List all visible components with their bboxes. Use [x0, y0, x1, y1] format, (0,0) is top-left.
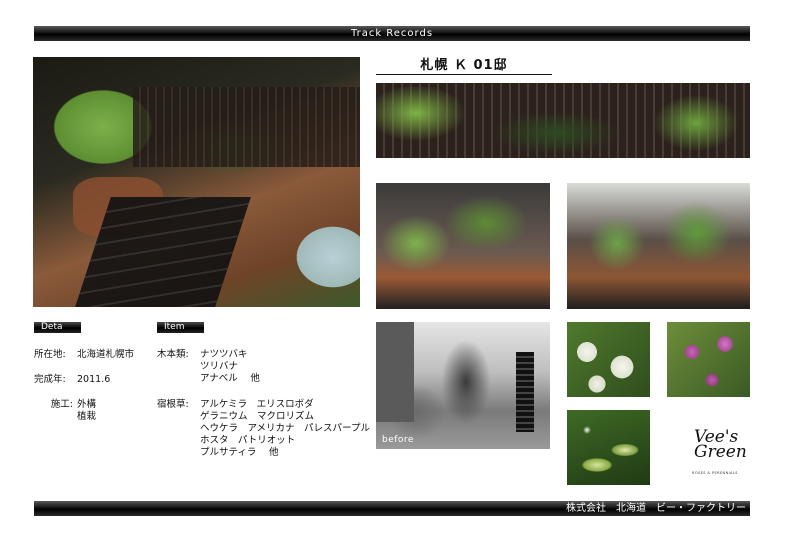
construction-value-2: 植栽 [77, 411, 97, 422]
logo-tagline: ROSES & PERENNIALS [692, 471, 738, 475]
perennial-item-4: ホスタ パトリオット [200, 435, 296, 446]
wide-garden-photo [376, 83, 750, 158]
hosta-photo [567, 410, 650, 485]
pink-flower-photo [667, 322, 750, 397]
garden-photo-right [567, 183, 750, 309]
before-label: before [382, 435, 414, 445]
vees-green-logo: Vee's Green ROSES & PERENNIALS [690, 428, 747, 482]
logo-line-2: Green [694, 442, 747, 462]
perennial-item-2: ゲラニウム マクロリズム [200, 411, 315, 422]
construction-value-1: 外構 [77, 399, 97, 410]
tree-item-2: ツリバナ [200, 361, 239, 372]
deta-section-label: Deta [34, 322, 81, 333]
tree-item-3: アナベル 他 [200, 373, 260, 384]
trees-label: 木本類: [157, 349, 189, 360]
location-label: 所在地: [34, 349, 66, 360]
header-bar: Track Records [34, 26, 750, 41]
main-garden-photo [33, 57, 360, 307]
completion-label: 完成年: [34, 374, 66, 385]
fence-shape [133, 87, 360, 167]
perennial-item-3: ヘウケラ アメリカナ パレスパープル [200, 423, 370, 434]
footer-bar: 株式会社 北海道 ビー・ファクトリー [34, 501, 750, 516]
project-title: 札幌 Ｋ 01邸 [376, 54, 552, 75]
perennial-item-5: プルサティラ 他 [200, 447, 279, 458]
header-title: Track Records [350, 28, 434, 39]
white-flower-photo [567, 322, 650, 397]
house-shape [376, 322, 414, 422]
post-shape [516, 352, 534, 432]
item-section-label: Item [157, 322, 204, 333]
construction-label: 施工: [50, 399, 73, 410]
logo-script: Vee's Green [694, 429, 747, 462]
footer-company: 株式会社 北海道 ビー・ファクトリー [566, 503, 746, 514]
perennials-label: 宿根草: [157, 399, 189, 410]
perennial-item-1: アルケミラ エリスロポダ [200, 399, 314, 410]
completion-value: 2011.6 [77, 374, 111, 385]
location-value: 北海道札幌市 [77, 349, 135, 360]
tree-item-1: ナツツバキ [200, 349, 248, 360]
garden-photo-left [376, 183, 550, 309]
before-photo: before [376, 322, 550, 449]
